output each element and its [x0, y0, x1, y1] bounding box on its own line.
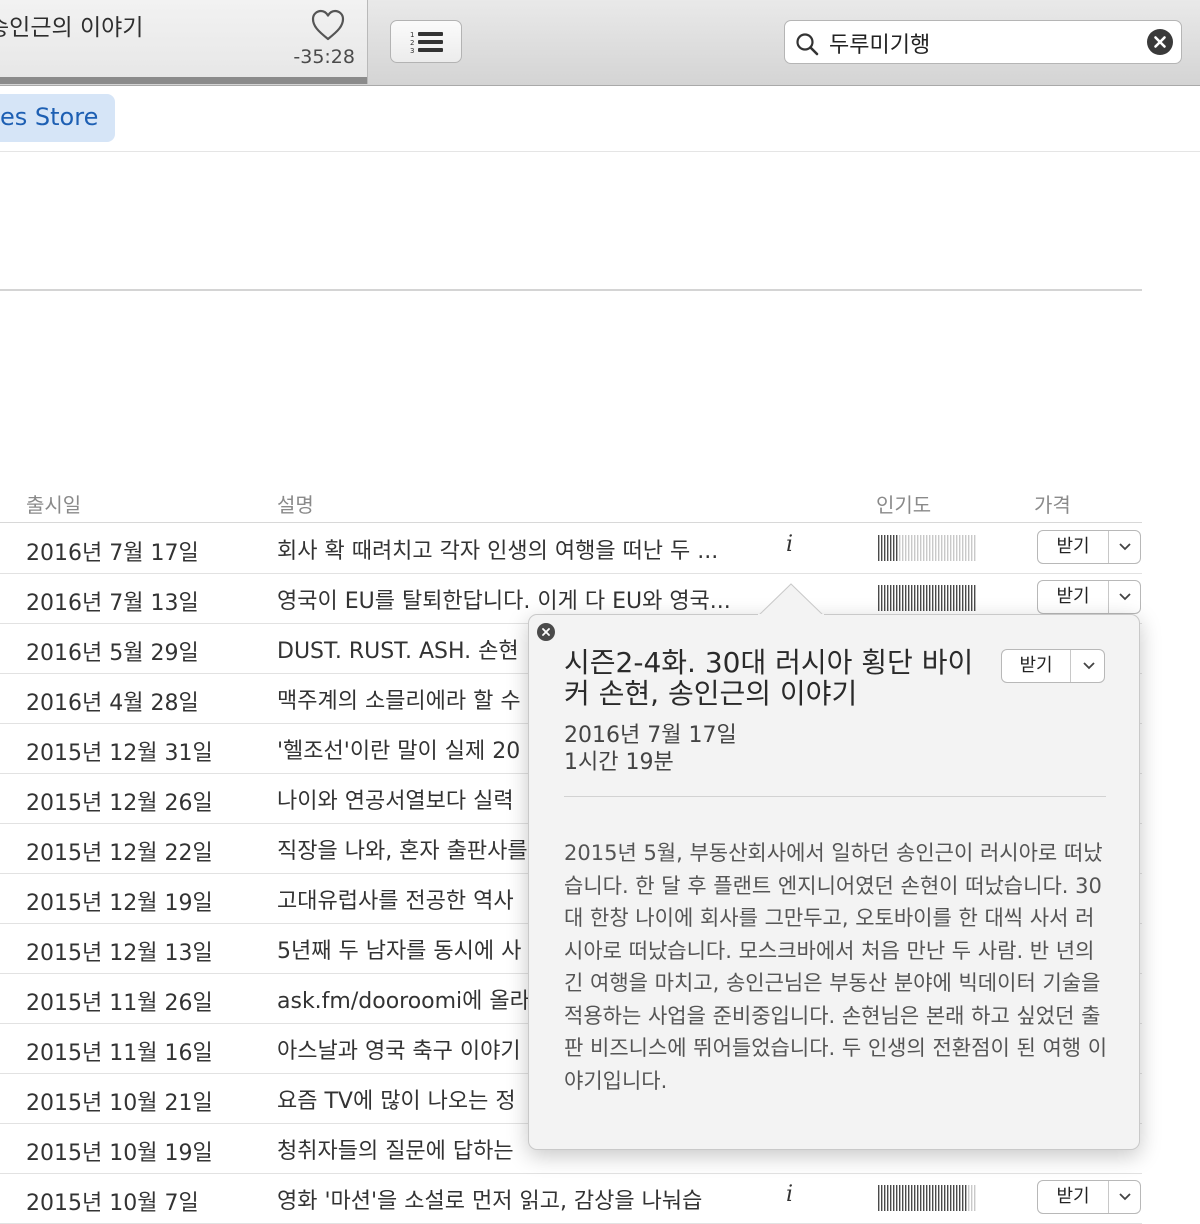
- info-icon[interactable]: i: [786, 532, 793, 557]
- column-header-description[interactable]: 설명: [277, 489, 314, 518]
- release-date-cell: 2016년 7월 17일: [26, 541, 199, 566]
- svg-text:3: 3: [410, 47, 414, 54]
- table-row[interactable]: 2015년 10월 7일 영화 '마션'을 소설로 먼저 읽고, 감상을 나눠습 i…: [0, 1173, 1142, 1224]
- get-button[interactable]: 받기: [1001, 649, 1105, 683]
- search-field[interactable]: [784, 20, 1182, 64]
- release-date-cell: 2015년 11월 26일: [26, 991, 213, 1016]
- release-date-cell: 2015년 12월 19일: [26, 891, 213, 916]
- chevron-down-icon[interactable]: [1118, 542, 1132, 552]
- up-next-button[interactable]: 1 2 3: [390, 20, 462, 63]
- release-date-cell: 2016년 4월 28일: [26, 691, 199, 716]
- search-icon: [796, 33, 819, 56]
- now-playing-display[interactable]: 송인근의 이야기 -35:28: [0, 0, 368, 84]
- numbered-list-icon: 1 2 3: [410, 31, 443, 54]
- now-playing-title: 송인근의 이야기: [0, 15, 144, 41]
- column-header-popularity[interactable]: 인기도: [876, 489, 931, 518]
- release-date-cell: 2015년 12월 13일: [26, 941, 213, 966]
- chevron-down-icon[interactable]: [1118, 1192, 1132, 1202]
- divider: [0, 151, 1200, 152]
- release-date-cell: 2016년 5월 29일: [26, 641, 199, 666]
- release-date-cell: 2015년 11월 16일: [26, 1041, 213, 1066]
- column-header-price[interactable]: 가격: [1034, 489, 1071, 518]
- toolbar: 송인근의 이야기 -35:28 1 2 3: [0, 0, 1200, 86]
- search-input[interactable]: [827, 25, 1131, 61]
- popularity-meter: [878, 585, 976, 611]
- get-button[interactable]: 받기: [1037, 1180, 1141, 1214]
- release-date-cell: 2016년 7월 13일: [26, 591, 199, 616]
- divider: [564, 796, 1106, 797]
- table-row[interactable]: 2016년 7월 17일 회사 확 때려치고 각자 인생의 여행을 떠난 두 ..…: [0, 523, 1142, 574]
- get-button-label[interactable]: 받기: [1038, 581, 1109, 613]
- tab-label: es Store: [0, 103, 99, 131]
- episode-description: 2015년 5월, 부동산회사에서 일하던 송인근이 러시아로 떠났습니다. 한…: [564, 841, 1108, 1093]
- release-date-cell: 2015년 12월 26일: [26, 791, 213, 816]
- get-button-label[interactable]: 받기: [1038, 531, 1109, 563]
- release-date-cell: 2015년 12월 22일: [26, 841, 213, 866]
- info-icon[interactable]: i: [786, 1182, 793, 1207]
- popularity-meter: [878, 1185, 976, 1211]
- description-cell: 영국이 EU를 탈퇴한답니다. 이게 다 EU와 영국...: [277, 589, 731, 614]
- remaining-time: -35:28: [293, 46, 355, 68]
- get-button-label[interactable]: 받기: [1038, 1181, 1109, 1213]
- release-date: 2016년 7월 17일: [564, 723, 737, 748]
- divider: [0, 289, 1142, 291]
- popover-arrow: [758, 583, 824, 616]
- clear-search-icon[interactable]: [1147, 29, 1173, 55]
- get-button[interactable]: 받기: [1037, 580, 1141, 614]
- description-cell: 회사 확 때려치고 각자 인생의 여행을 떠난 두 ...: [277, 539, 719, 564]
- description-cell: 영화 '마션'을 소설로 먼저 읽고, 감상을 나눠습: [277, 1189, 703, 1214]
- episode-title: 시즌2-4화. 30대 러시아 횡단 바이커 손현, 송인근의 이야기: [564, 646, 974, 710]
- release-date-cell: 2015년 10월 19일: [26, 1141, 213, 1166]
- playback-progress[interactable]: [0, 77, 367, 84]
- chevron-down-icon[interactable]: [1118, 592, 1132, 602]
- close-icon[interactable]: [537, 623, 555, 641]
- heart-icon[interactable]: [310, 8, 346, 42]
- release-date-cell: 2015년 10월 7일: [26, 1191, 199, 1216]
- duration: 1시간 19분: [564, 750, 674, 775]
- column-header-date[interactable]: 출시일: [26, 489, 81, 518]
- get-button[interactable]: 받기: [1037, 530, 1141, 564]
- release-date-cell: 2015년 12월 31일: [26, 741, 213, 766]
- svg-text:1: 1: [410, 31, 414, 39]
- release-date-cell: 2015년 10월 21일: [26, 1091, 213, 1116]
- episode-info-popover: 시즌2-4화. 30대 러시아 횡단 바이커 손현, 송인근의 이야기 받기 2…: [528, 614, 1140, 1150]
- svg-text:2: 2: [410, 39, 414, 47]
- get-button-label[interactable]: 받기: [1002, 650, 1071, 682]
- chevron-down-icon[interactable]: [1082, 661, 1096, 671]
- tab-itunes-store[interactable]: es Store: [0, 94, 115, 142]
- popularity-meter: [878, 535, 976, 561]
